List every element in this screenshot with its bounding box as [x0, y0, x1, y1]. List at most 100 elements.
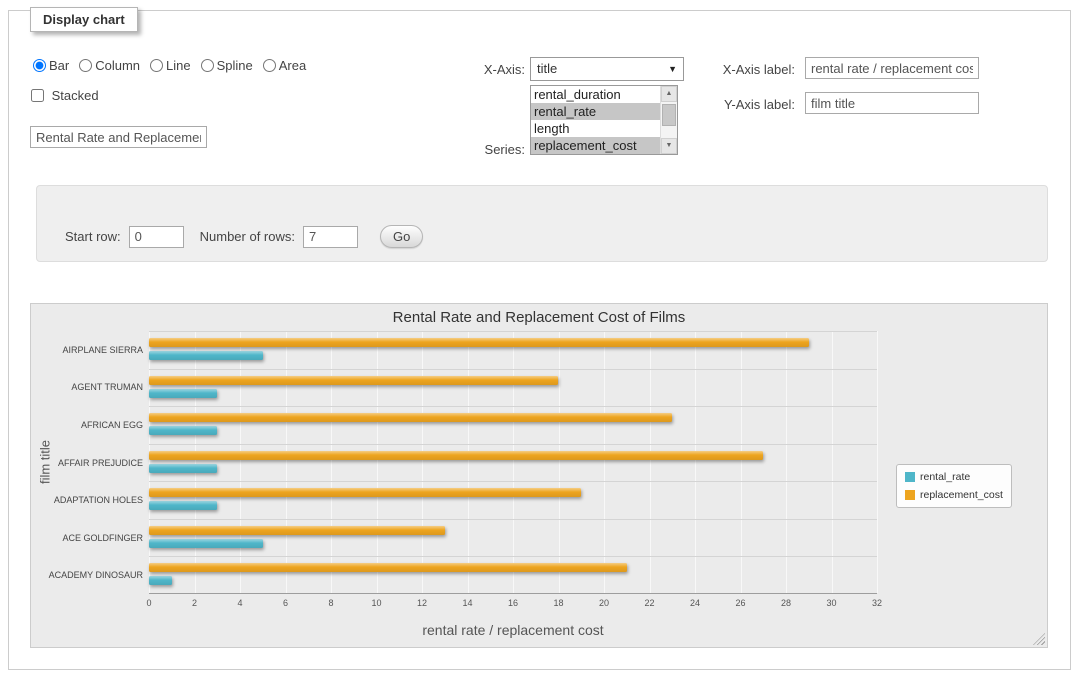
gridline — [240, 331, 241, 593]
y-axis-label-label: Y-Axis label: — [649, 97, 795, 112]
x-tick-label: 16 — [508, 598, 518, 608]
row-separator — [149, 556, 877, 557]
resize-handle-icon[interactable] — [1033, 633, 1045, 645]
bar-rental_rate — [149, 351, 263, 360]
gridline — [149, 331, 150, 593]
chart-type-label: Bar — [49, 58, 69, 73]
bar-replacement_cost — [149, 413, 672, 422]
chart-container: Rental Rate and Replacement Cost of Film… — [30, 303, 1048, 648]
chart-type-radio-bar[interactable] — [33, 59, 46, 72]
start-row-input[interactable] — [129, 226, 184, 248]
bar-rental_rate — [149, 426, 217, 435]
x-tick-label: 12 — [417, 598, 427, 608]
number-of-rows-input[interactable] — [303, 226, 358, 248]
row-separator — [149, 406, 877, 407]
gridline — [877, 331, 878, 593]
chart-type-option-spline[interactable]: Spline — [201, 58, 253, 73]
row-separator — [149, 369, 877, 370]
chart-type-label: Line — [166, 58, 191, 73]
gridline — [377, 331, 378, 593]
bar-rental_rate — [149, 389, 217, 398]
bar-replacement_cost — [149, 526, 445, 535]
series-option-rental_rate[interactable]: rental_rate — [531, 103, 660, 120]
chart-title: Rental Rate and Replacement Cost of Film… — [31, 309, 1047, 326]
x-axis-label-label: X-Axis label: — [649, 62, 795, 77]
gridline — [786, 331, 787, 593]
x-tick-label: 22 — [644, 598, 654, 608]
chart-type-option-area[interactable]: Area — [263, 58, 306, 73]
series-option-rental_duration[interactable]: rental_duration — [531, 86, 660, 103]
legend-swatch — [905, 472, 915, 482]
category-label: ACE GOLDFINGER — [62, 533, 143, 543]
x-tick-label: 2 — [192, 598, 197, 608]
display-chart-panel: Display chart Bar Column Line Spline Area St… — [8, 10, 1071, 670]
legend-item-rental_rate[interactable]: rental_rate — [905, 471, 1003, 483]
x-tick-label: 18 — [553, 598, 563, 608]
legend-swatch — [905, 490, 915, 500]
category-label: AFFAIR PREJUDICE — [58, 458, 143, 468]
chart-type-radio-column[interactable] — [79, 59, 92, 72]
bar-rental_rate — [149, 464, 217, 473]
category-label: AGENT TRUMAN — [71, 382, 143, 392]
chart-type-radio-spline[interactable] — [201, 59, 214, 72]
x-tick-label: 10 — [371, 598, 381, 608]
gridline — [650, 331, 651, 593]
x-tick-label: 24 — [690, 598, 700, 608]
chart-title-input[interactable] — [30, 126, 207, 148]
x-axis-selected-value: title — [537, 61, 557, 76]
x-tick-label: 4 — [237, 598, 242, 608]
series-listbox[interactable]: rental_durationrental_ratelengthreplacem… — [530, 85, 678, 155]
gridline — [331, 331, 332, 593]
gridline — [604, 331, 605, 593]
x-tick-label: 20 — [599, 598, 609, 608]
number-of-rows-label: Number of rows: — [200, 229, 295, 244]
bar-rental_rate — [149, 501, 217, 510]
series-option-replacement_cost[interactable]: replacement_cost — [531, 137, 660, 154]
row-separator — [149, 481, 877, 482]
legend-item-replacement_cost[interactable]: replacement_cost — [905, 489, 1003, 501]
row-range-panel: Start row: Number of rows: Go — [36, 185, 1048, 262]
stacked-checkbox[interactable] — [31, 89, 44, 102]
x-axis-select-label: X-Axis: — [439, 62, 525, 77]
category-label: AIRPLANE SIERRA — [62, 345, 143, 355]
x-tick-label: 32 — [872, 598, 882, 608]
bar-rental_rate — [149, 576, 172, 585]
gridline — [468, 331, 469, 593]
legend-label: rental_rate — [920, 471, 970, 483]
scroll-down-icon[interactable]: ▼ — [661, 138, 677, 154]
category-axis-labels: AIRPLANE SIERRA AGENT TRUMAN AFRICAN EGG AF… — [31, 331, 143, 594]
chart-type-option-line[interactable]: Line — [150, 58, 191, 73]
x-tick-label: 6 — [283, 598, 288, 608]
plot-area — [149, 331, 877, 594]
bar-rental_rate — [149, 539, 263, 548]
y-axis-label-input[interactable] — [805, 92, 979, 114]
gridline — [422, 331, 423, 593]
bar-replacement_cost — [149, 338, 809, 347]
gridline — [559, 331, 560, 593]
category-label: ACADEMY DINOSAUR — [49, 570, 143, 580]
gridline — [195, 331, 196, 593]
row-separator — [149, 444, 877, 445]
bar-replacement_cost — [149, 376, 558, 385]
gridline — [741, 331, 742, 593]
x-axis-label-input[interactable] — [805, 57, 979, 79]
chart-type-option-bar[interactable]: Bar — [33, 58, 69, 73]
stacked-option[interactable]: Stacked — [31, 88, 99, 103]
start-row-label: Start row: — [65, 229, 121, 244]
chart-type-label: Spline — [217, 58, 253, 73]
legend-label: replacement_cost — [920, 489, 1003, 501]
x-axis-title: rental rate / replacement cost — [149, 622, 877, 638]
chart-type-radio-area[interactable] — [263, 59, 276, 72]
x-tick-label: 8 — [328, 598, 333, 608]
category-label: AFRICAN EGG — [81, 420, 143, 430]
chart-type-option-column[interactable]: Column — [79, 58, 140, 73]
go-button[interactable]: Go — [380, 225, 423, 248]
panel-title: Display chart — [30, 7, 138, 32]
x-tick-label: 26 — [735, 598, 745, 608]
x-tick-label: 14 — [462, 598, 472, 608]
gridline — [832, 331, 833, 593]
series-option-length[interactable]: length — [531, 120, 660, 137]
chart-type-radio-line[interactable] — [150, 59, 163, 72]
bar-replacement_cost — [149, 451, 763, 460]
row-separator — [149, 331, 877, 332]
